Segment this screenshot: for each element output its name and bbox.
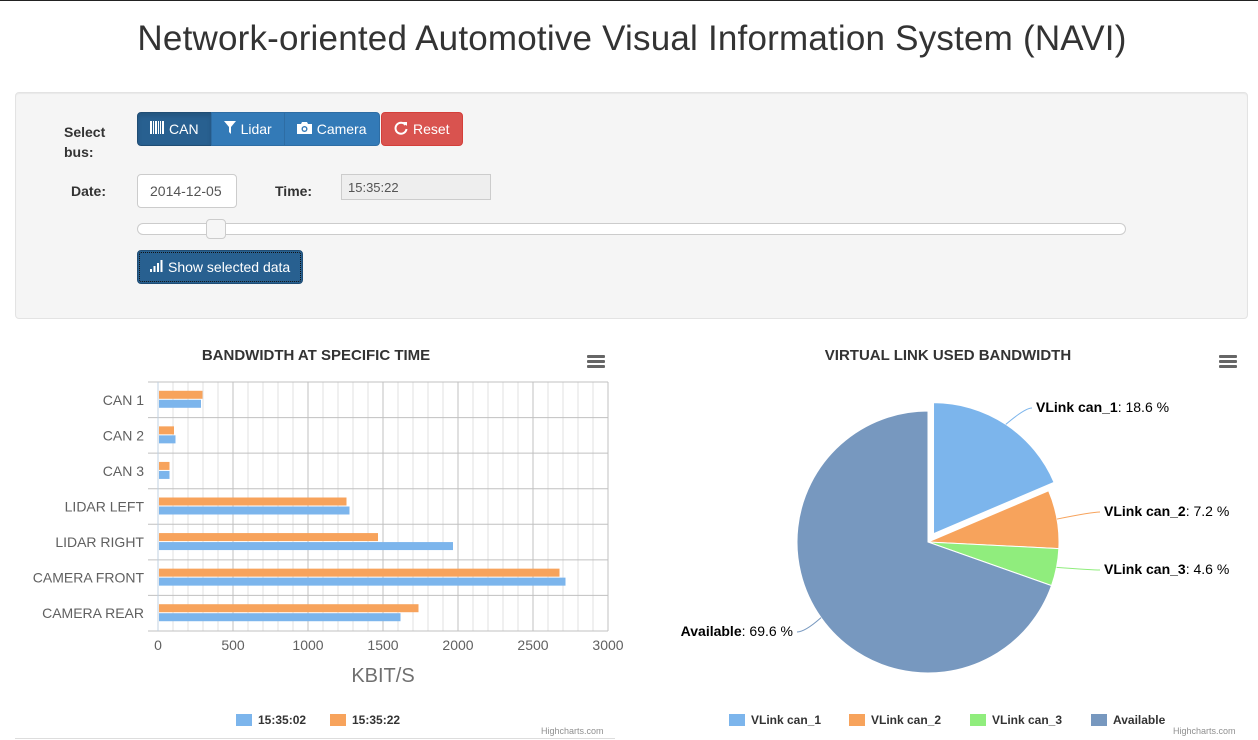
bus-button-label: Lidar [240,121,272,137]
pie-connector [1005,407,1033,425]
bar-15-35-22 [159,426,174,435]
x-tick-label: 1000 [292,637,323,653]
bar-15-35-02 [159,506,350,515]
pie-legend-item-4[interactable]: Available [1091,713,1165,727]
pie-label-value: : 7.2 % [1186,503,1230,519]
legend-label: 15:35:02 [258,713,307,727]
legend-label: VLink can_1 [751,713,822,727]
pie-label-value: : 69.6 % [742,623,793,639]
category-label: LIDAR LEFT [65,499,145,515]
pie-data-label: VLink can_3: 4.6 % [1104,561,1229,577]
x-tick-label: 0 [154,637,162,653]
bus-button-label: Camera [316,121,367,137]
reset-label: Reset [413,121,450,137]
time-slider[interactable] [137,219,1126,239]
bar-15-35-22 [159,390,203,399]
pie-label-name: VLink can_2 [1104,503,1186,519]
legend-swatch [970,714,986,726]
legend-label: VLink can_2 [871,713,942,727]
bar-15-35-02 [159,435,176,444]
bus-button-label: CAN [169,121,199,137]
pie-label-value: : 18.6 % [1118,399,1169,415]
legend-label: 15:35:22 [352,713,401,727]
category-label: LIDAR RIGHT [55,534,144,550]
barcode-icon [150,121,164,137]
pie-connector [796,617,822,633]
select-bus-label: Select bus: [64,124,106,160]
signal-bars-icon [150,259,163,275]
page-title: Network-oriented Automotive Visual Infor… [137,19,1127,58]
pie-label-name: VLink can_1 [1036,399,1118,415]
bar-15-35-02 [159,613,401,622]
category-label: CAN 1 [103,392,144,408]
bar-15-35-22 [159,604,419,613]
bar-legend-item-2[interactable]: 15:35:22 [330,713,400,727]
refresh-icon [394,121,408,138]
bar-15-35-22 [159,568,560,577]
filter-icon [223,121,236,137]
bus-selector: CAN Lidar Camera [137,112,380,146]
pie-chart-plot: VLink can_1: 18.6 %VLink can_2: 7.2 %VLi… [681,399,1229,674]
show-selected-data-label: Show selected data [168,259,291,275]
legend-swatch [849,714,865,726]
legend-label: VLink can_3 [992,713,1063,727]
legend-swatch [330,714,346,726]
pie-data-label: Available: 69.6 % [681,623,793,639]
pie-connector [1056,566,1101,571]
virtual-link-pie-chart: VIRTUAL LINK USED BANDWIDTH VLink can_1:… [640,336,1250,740]
show-selected-data-button[interactable]: Show selected data [137,250,304,284]
bar-15-35-02 [159,470,170,479]
highcharts-credits[interactable]: Highcharts.com [541,726,604,736]
highcharts-credits[interactable]: Highcharts.com [1173,726,1236,736]
bar-15-35-22 [159,461,170,470]
bus-button-camera[interactable]: Camera [283,112,380,146]
x-tick-label: 1500 [367,637,398,653]
bus-button-can[interactable]: CAN [137,112,212,146]
legend-swatch [729,714,745,726]
x-tick-label: 2500 [517,637,548,653]
category-label: CAN 2 [103,427,144,443]
pie-data-label: VLink can_2: 7.2 % [1104,503,1229,519]
reset-button[interactable]: Reset [381,112,463,146]
x-axis-title: KBIT/S [351,665,414,687]
bar-15-35-02 [159,542,453,551]
category-label: CAN 3 [103,463,144,479]
category-label: CAMERA FRONT [33,570,145,586]
x-tick-label: 500 [221,637,245,653]
camera-icon [296,121,312,137]
bar-15-35-02 [159,577,566,586]
x-tick-label: 2000 [442,637,473,653]
bandwidth-bar-chart: BANDWIDTH AT SPECIFIC TIME CAN 1 CAN 2 CAN… [15,336,625,740]
pie-data-label: VLink can_1: 18.6 % [1036,399,1169,415]
bar-15-35-22 [159,497,347,506]
pie-legend-item-3[interactable]: VLink can_3 [970,713,1062,727]
pie-label-name: Available [681,623,742,639]
legend-swatch [1091,714,1107,726]
time-label: Time: [275,183,313,199]
bar-legend-item-1[interactable]: 15:35:02 [236,713,306,727]
pie-label-name: VLink can_3 [1104,561,1186,577]
pie-legend-item-2[interactable]: VLink can_2 [849,713,941,727]
bus-button-lidar[interactable]: Lidar [210,112,285,146]
control-panel: Select bus: CAN Lidar Camera Reset Date: [15,92,1248,319]
x-tick-label: 3000 [592,637,623,653]
time-field: 15:35:22 [341,174,491,200]
legend-label: Available [1113,713,1166,727]
time-slider-handle[interactable] [205,219,226,239]
bar-15-35-22 [159,533,378,542]
bar-15-35-02 [159,399,201,408]
pie-connector [1056,511,1101,520]
pie-legend-item-1[interactable]: VLink can_1 [729,713,821,727]
date-label: Date: [71,183,107,199]
category-label: CAMERA REAR [42,605,144,621]
date-field[interactable]: 2014-12-05 [137,174,237,208]
pie-label-value: : 4.6 % [1186,561,1230,577]
bar-chart-plot: CAN 1 CAN 2 CAN 3 LIDAR LEFT LIDAR RIGHT CAME… [33,381,624,687]
legend-swatch [236,714,252,726]
